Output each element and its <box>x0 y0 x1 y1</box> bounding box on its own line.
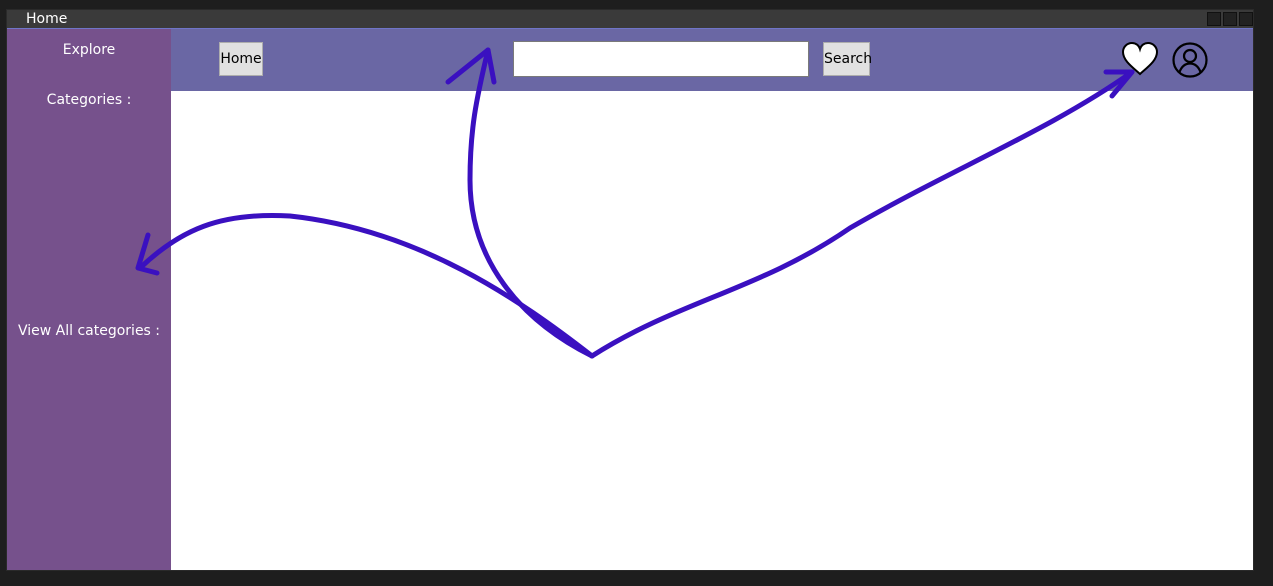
window-controls <box>1207 12 1253 26</box>
minimize-button[interactable] <box>1207 12 1221 26</box>
sidebar-categories-label: Categories : <box>46 92 132 108</box>
home-button[interactable]: Home <box>219 42 263 76</box>
user-icon <box>1172 42 1208 78</box>
main-content-area <box>171 91 1253 570</box>
search-button[interactable]: Search <box>823 42 872 76</box>
close-button[interactable] <box>1239 12 1253 26</box>
search-input[interactable] <box>513 41 809 77</box>
window-titlebar[interactable]: Home <box>7 10 1253 29</box>
window-title: Home <box>26 11 68 27</box>
app-window: Home Explore Categories : View All categ… <box>6 9 1254 571</box>
account-button[interactable] <box>1171 41 1209 79</box>
heart-icon <box>1121 41 1159 76</box>
favorites-button[interactable] <box>1121 41 1159 79</box>
sidebar-explore-label[interactable]: Explore <box>7 41 171 59</box>
sidebar-view-all-categories-label[interactable]: View All categories : <box>7 322 171 340</box>
header-bar: Home Search <box>171 29 1253 91</box>
maximize-button[interactable] <box>1223 12 1237 26</box>
sidebar: Explore Categories : View All categories… <box>7 29 171 570</box>
